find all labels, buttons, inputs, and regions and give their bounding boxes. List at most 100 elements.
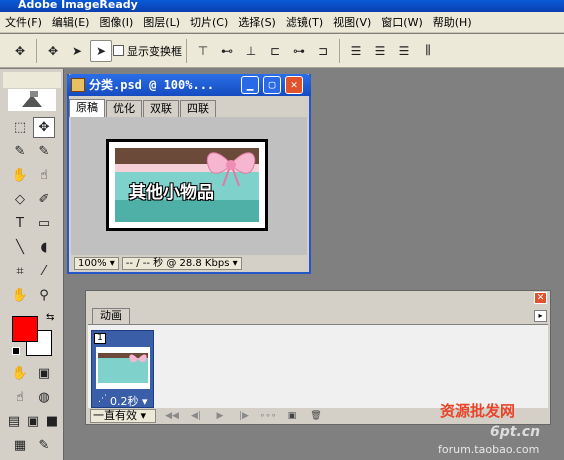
play-icon[interactable]: ▶	[211, 410, 229, 422]
artwork-text: 其他小物品	[129, 183, 214, 203]
loop-value: 一直有效	[93, 409, 137, 422]
artwork-image: 其他小物品	[106, 139, 268, 231]
tab-4up[interactable]: 四联	[180, 100, 216, 117]
artwork-inner: 其他小物品	[109, 142, 265, 228]
animation-frame[interactable]: 1 ⋰ 0.2秒 ▾	[91, 330, 154, 408]
document-icon	[71, 78, 85, 92]
app-title-bar: Adobe ImageReady	[0, 0, 564, 12]
distribute-bottom-icon[interactable]: ☰	[393, 40, 415, 62]
maximize-icon[interactable]: ▢	[263, 76, 281, 94]
menu-slice[interactable]: 切片(C)	[185, 14, 233, 30]
eyedropper-tool-icon[interactable]: ⁄	[33, 261, 55, 282]
artwork-bottom	[115, 200, 259, 222]
duplicate-frame-icon[interactable]: ▣	[283, 410, 301, 422]
menu-image[interactable]: 图像(I)	[94, 14, 138, 30]
toolbox: ⬚ ✥ ✎ ✎ ✋ ☝ ◇ ✐ T ▭ ╲ ◖ ⌗ ⁄ ✋ ⚲ ⇆ ✋ ▣ ☝ …	[0, 69, 64, 460]
shape-tool-icon[interactable]: ◖	[33, 237, 55, 258]
download-time: -- / -- 秒 @ 28.8 Kbps	[125, 258, 230, 269]
slice-visibility-icon[interactable]: ▣	[33, 363, 55, 384]
distribute-top-icon[interactable]: ☰	[345, 40, 367, 62]
align-right-icon[interactable]: ⊐	[312, 40, 334, 62]
align-vcenter-icon[interactable]: ⊷	[216, 40, 238, 62]
edit-photoshop-icon[interactable]: ▦	[9, 435, 31, 456]
zoom-select[interactable]: 100% ▾	[74, 257, 119, 270]
frame-thumbnail	[96, 347, 150, 389]
rectangle-tool-icon[interactable]: ▭	[33, 213, 55, 234]
document-title-bar[interactable]: 分类.psd @ 100%... ▁ ▢ ✕	[67, 74, 311, 96]
separator	[36, 38, 37, 63]
minimize-icon[interactable]: ▁	[241, 76, 259, 94]
menu-view[interactable]: 视图(V)	[328, 14, 376, 30]
move-option-icon[interactable]: ✥	[42, 40, 64, 62]
menu-filter[interactable]: 滤镜(T)	[281, 14, 328, 30]
distribute-left-icon[interactable]: ⫼	[417, 40, 439, 62]
next-frame-icon[interactable]: |▶	[235, 410, 253, 422]
watermark-url: forum.taobao.com	[438, 443, 540, 456]
tab-2up[interactable]: 双联	[143, 100, 179, 117]
document-status-bar: 100% ▾ -- / -- 秒 @ 28.8 Kbps ▾	[71, 255, 307, 272]
type-tool-icon[interactable]: T	[9, 213, 31, 234]
imageready-logo-icon	[22, 91, 42, 107]
close-icon[interactable]: ✕	[285, 76, 303, 94]
foreground-color-swatch[interactable]	[12, 316, 38, 342]
jump-to-icon[interactable]: ✎	[33, 435, 55, 456]
marquee-tool-icon[interactable]: ⬚	[9, 117, 31, 138]
menu-edit[interactable]: 编辑(E)	[47, 14, 95, 30]
zoom-value: 100%	[78, 258, 107, 269]
align-top-icon[interactable]: ⊤	[192, 40, 214, 62]
download-time-select[interactable]: -- / -- 秒 @ 28.8 Kbps ▾	[121, 257, 242, 270]
image-map-select-icon[interactable]: ☝	[33, 165, 55, 186]
image-map-tool-icon[interactable]: ✋	[9, 165, 31, 186]
menu-layer[interactable]: 图层(L)	[138, 14, 185, 30]
rollover-preview-icon[interactable]: ☝	[9, 387, 31, 408]
hand-tool-icon[interactable]: ✋	[9, 285, 31, 306]
show-transform-checkbox[interactable]	[113, 45, 124, 56]
close-panel-icon[interactable]: ✕	[534, 292, 547, 304]
magic-wand-icon[interactable]: ✎	[33, 141, 55, 162]
align-bottom-icon[interactable]: ⊥	[240, 40, 262, 62]
align-left-icon[interactable]: ⊏	[264, 40, 286, 62]
tab-optimized[interactable]: 优化	[106, 100, 142, 117]
animation-tab[interactable]: 动画	[92, 308, 130, 324]
preview-browser-icon[interactable]: ◍	[33, 387, 55, 408]
crop-tool-icon[interactable]: ⌗	[9, 261, 31, 282]
zoom-tool-icon[interactable]: ⚲	[33, 285, 55, 306]
move-tool-icon[interactable]: ✥	[33, 117, 55, 138]
toolbox-header	[3, 72, 61, 88]
document-title: 分类.psd @ 100%...	[89, 78, 215, 92]
align-hcenter-icon[interactable]: ⊶	[288, 40, 310, 62]
screen-mode-black-icon[interactable]: ■	[41, 411, 63, 432]
frame-number: 1	[94, 333, 106, 344]
watermark-text: 资源批发网	[440, 402, 516, 420]
eraser-tool-icon[interactable]: ◇	[9, 189, 31, 210]
panel-menu-icon[interactable]: ▸	[534, 310, 547, 322]
distribute-vcenter-icon[interactable]: ☰	[369, 40, 391, 62]
separator	[186, 38, 187, 63]
image-map-visibility-icon[interactable]: ✋	[9, 363, 31, 384]
first-frame-icon[interactable]: ◀◀	[163, 410, 181, 422]
watermark-site: 6pt.cn	[490, 424, 541, 440]
lasso-tool-icon[interactable]: ✎	[9, 141, 31, 162]
loop-select[interactable]: 一直有效 ▾	[90, 409, 156, 423]
delete-frame-icon[interactable]: 🗑	[307, 410, 325, 422]
arrow-selected-icon[interactable]: ➤	[90, 39, 112, 62]
move-tool-icon[interactable]: ✥	[9, 40, 31, 62]
swap-colors-icon[interactable]: ⇆	[46, 312, 54, 323]
previous-frame-icon[interactable]: ◀|	[187, 410, 205, 422]
menu-window[interactable]: 窗口(W)	[376, 14, 427, 30]
default-colors-icon[interactable]	[12, 347, 20, 355]
tab-original[interactable]: 原稿	[69, 99, 105, 117]
app-title: Adobe ImageReady	[18, 0, 138, 11]
menu-bar: 文件(F) 编辑(E) 图像(I) 图层(L) 切片(C) 选择(S) 滤镜(T…	[0, 12, 564, 33]
thumbnail-bow-icon	[129, 354, 147, 363]
brush-tool-icon[interactable]: ✐	[33, 189, 55, 210]
menu-file[interactable]: 文件(F)	[0, 14, 47, 30]
menu-select[interactable]: 选择(S)	[233, 14, 281, 30]
frame-delay[interactable]: 0.2秒 ▾	[110, 393, 148, 409]
line-tool-icon[interactable]: ╲	[9, 237, 31, 258]
menu-help[interactable]: 帮助(H)	[428, 14, 477, 30]
arrow-option-icon[interactable]: ➤	[66, 40, 88, 62]
tween-icon[interactable]: ∘∘∘	[259, 410, 277, 422]
frame-delay-icon: ⋰	[98, 394, 107, 404]
document-tabs: 原稿 优化 双联 四联	[69, 98, 309, 117]
